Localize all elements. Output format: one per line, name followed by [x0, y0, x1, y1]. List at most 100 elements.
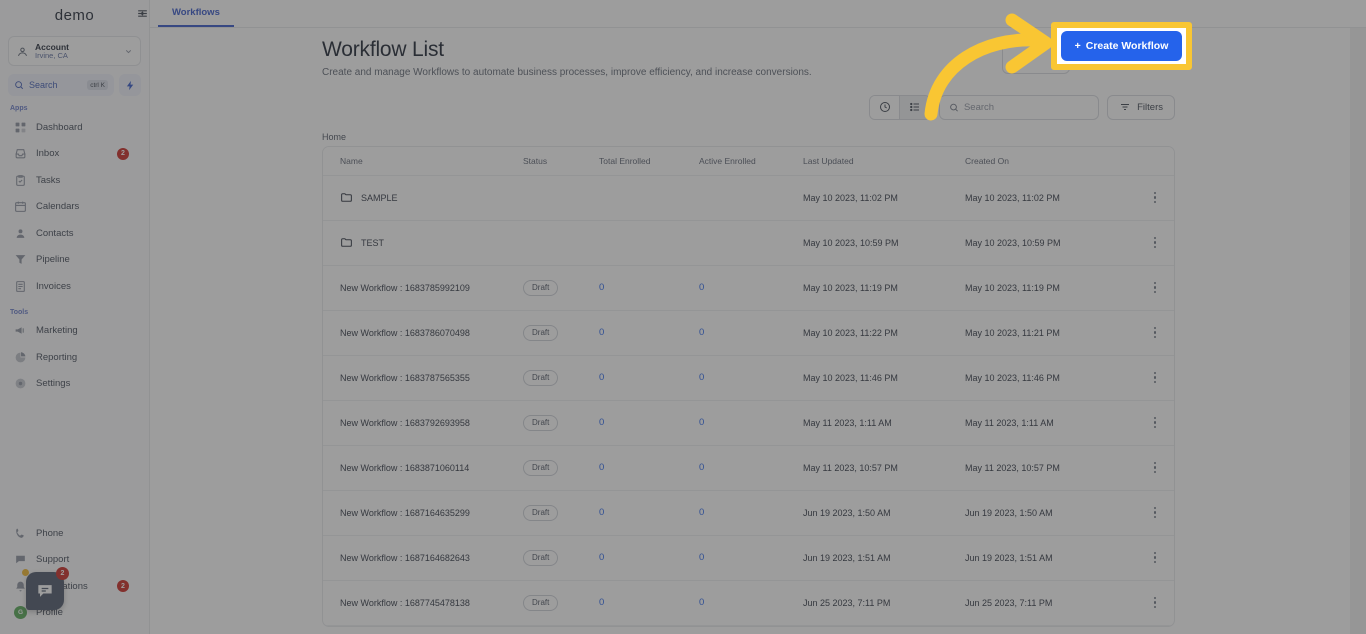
total-enrolled-count[interactable]: 0 — [599, 417, 604, 428]
row-menu-button[interactable] — [1135, 596, 1174, 609]
grid-icon — [15, 122, 26, 133]
page-scrollbar[interactable] — [1350, 28, 1366, 634]
gear-icon — [15, 378, 26, 389]
total-enrolled-count[interactable]: 0 — [599, 462, 604, 473]
sidebar-item-marketing[interactable]: Marketing — [0, 318, 149, 345]
sidebar-item-label: Dashboard — [36, 121, 83, 133]
row-menu-button[interactable] — [1135, 236, 1174, 249]
sidebar-item-tasks[interactable]: Tasks — [0, 167, 149, 194]
active-enrolled-count[interactable]: 0 — [699, 327, 704, 338]
app-root: demo Account Irvine, CA Search ctrl K Ap… — [0, 0, 1366, 634]
total-enrolled-count[interactable]: 0 — [599, 372, 604, 383]
total-enrolled-count[interactable]: 0 — [599, 552, 604, 563]
table-row[interactable]: New Workflow : 1683871060114 Draft 0 0 May 1… — [323, 445, 1174, 491]
global-search-label: Search — [29, 80, 58, 90]
sidebar-item-label: Phone — [36, 527, 64, 539]
last-updated-value: Jun 19 2023, 1:50 AM — [803, 507, 891, 518]
support-chat-widget[interactable]: 2 — [22, 567, 69, 610]
collapse-sidebar-icon[interactable] — [128, 0, 156, 27]
invoice-icon — [16, 280, 25, 292]
history-view-button[interactable] — [870, 95, 901, 119]
sidebar-search-row: Search ctrl K — [8, 74, 141, 96]
total-enrolled-count[interactable]: 0 — [599, 507, 604, 518]
active-enrolled-count[interactable]: 0 — [699, 597, 704, 608]
row-menu-button[interactable] — [1135, 281, 1174, 294]
row-menu-button[interactable] — [1135, 506, 1174, 519]
row-menu-button[interactable] — [1135, 191, 1174, 204]
sidebar-item-contacts[interactable]: Contacts — [0, 220, 149, 247]
sidebar-item-invoices[interactable]: Invoices — [0, 273, 149, 300]
active-enrolled-count[interactable]: 0 — [699, 417, 704, 428]
global-search-button[interactable]: Search ctrl K — [8, 74, 114, 96]
sidebar-item-pipeline[interactable]: Pipeline — [0, 247, 149, 274]
sidebar-item-label: Inbox — [36, 148, 60, 160]
table-row[interactable]: SAMPLE May 10 2023, 11:02 PM May 10 2023, … — [323, 175, 1174, 221]
chat-bubble-icon — [38, 585, 52, 597]
column-header-status: Status — [523, 146, 599, 176]
sidebar-item-dashboard[interactable]: Dashboard — [0, 114, 149, 141]
active-enrolled-count[interactable]: 0 — [699, 507, 704, 518]
status-badge: Draft — [523, 324, 559, 341]
search-input[interactable] — [963, 101, 1090, 113]
active-enrolled-count[interactable]: 0 — [699, 372, 704, 383]
table-row[interactable]: TEST May 10 2023, 10:59 PM May 10 2023, 10… — [323, 220, 1174, 266]
search-field-wrapper[interactable] — [939, 94, 1100, 120]
funnel-icon — [15, 255, 26, 265]
sidebar-item-calendars[interactable]: Calendars — [0, 194, 149, 221]
created-on-value: May 10 2023, 10:59 PM — [965, 237, 1061, 248]
sidebar-item-profile[interactable]: G Profile — [0, 600, 149, 627]
table-row[interactable]: New Workflow : 1683792693958 Draft 0 0 May 1… — [323, 400, 1174, 446]
status-badge: Draft — [523, 459, 559, 476]
sidebar-item-settings[interactable]: Settings — [0, 371, 149, 398]
table-row[interactable]: New Workflow : 1687164635299 Draft 0 0 Jun 1… — [323, 490, 1174, 536]
table-row[interactable]: New Workflow : 1683787565355 Draft 0 0 May 1… — [323, 355, 1174, 401]
sidebar-item-label: Reporting — [36, 351, 78, 363]
last-updated-value: May 10 2023, 11:02 PM — [803, 192, 898, 203]
calendar-icon — [15, 201, 26, 213]
highlight-box: + Create Workflow — [1051, 22, 1192, 70]
table-row[interactable]: New Workflow : 1687164682643 Draft 0 0 Jun 1… — [323, 535, 1174, 581]
sidebar-item-label: Support — [36, 554, 70, 566]
status-badge: Draft — [523, 414, 559, 431]
account-switcher[interactable]: Account Irvine, CA — [8, 36, 141, 66]
status-badge: Draft — [523, 279, 559, 296]
active-enrolled-count[interactable]: 0 — [699, 552, 704, 563]
sidebar-item-label: Tasks — [36, 174, 61, 186]
status-badge: Draft — [523, 594, 559, 611]
create-workflow-button-highlighted[interactable]: + Create Workflow — [1060, 31, 1183, 61]
total-enrolled-count[interactable]: 0 — [599, 597, 604, 608]
last-updated-value: May 10 2023, 10:59 PM — [803, 237, 899, 248]
table-row[interactable]: New Workflow : 1683786070498 Draft 0 0 May 1… — [323, 310, 1174, 356]
workflow-table: Name Status Total Enrolled Active Enroll… — [322, 145, 1175, 627]
row-menu-button[interactable] — [1135, 551, 1174, 564]
sidebar-item-phone[interactable]: Phone — [0, 520, 149, 547]
sidebar-item-inbox[interactable]: Inbox 2 — [0, 141, 149, 168]
sidebar-item-notifications[interactable]: Notifications 2 — [0, 573, 149, 600]
filters-button[interactable]: Filters — [1107, 94, 1175, 120]
list-view-button[interactable] — [900, 95, 931, 119]
last-updated-value: May 10 2023, 11:22 PM — [803, 327, 898, 338]
tab-workflows[interactable]: Workflows — [158, 0, 234, 27]
created-on-value: May 11 2023, 10:57 PM — [965, 462, 1060, 473]
active-enrolled-count[interactable]: 0 — [699, 282, 704, 293]
row-menu-button[interactable] — [1135, 416, 1174, 429]
table-row[interactable]: New Workflow : 1683785992109 Draft 0 0 May 1… — [323, 265, 1174, 311]
row-menu-button[interactable] — [1135, 326, 1174, 339]
quick-actions-button[interactable] — [119, 74, 141, 96]
sidebar-item-reporting[interactable]: Reporting — [0, 344, 149, 371]
total-enrolled-count[interactable]: 0 — [599, 282, 604, 293]
sidebar-item-label: Invoices — [36, 280, 71, 292]
active-enrolled-count[interactable]: 0 — [699, 462, 704, 473]
user-circle-icon — [17, 47, 28, 56]
chat-status-dot — [22, 569, 29, 576]
total-enrolled-count[interactable]: 0 — [599, 327, 604, 338]
sidebar-section-title-apps: Apps — [10, 105, 28, 112]
breadcrumb[interactable]: Home — [322, 132, 1366, 142]
table-row[interactable]: New Workflow : 1687745478138 Draft 0 0 Jun 2… — [323, 580, 1174, 626]
sidebar-item-label: Pipeline — [36, 254, 70, 266]
row-menu-button[interactable] — [1135, 461, 1174, 474]
table-body: SAMPLE May 10 2023, 11:02 PM May 10 2023, … — [323, 175, 1174, 626]
sidebar-item-label: Settings — [36, 378, 71, 390]
row-menu-button[interactable] — [1135, 371, 1174, 384]
created-on-value: May 11 2023, 1:11 AM — [965, 417, 1054, 428]
